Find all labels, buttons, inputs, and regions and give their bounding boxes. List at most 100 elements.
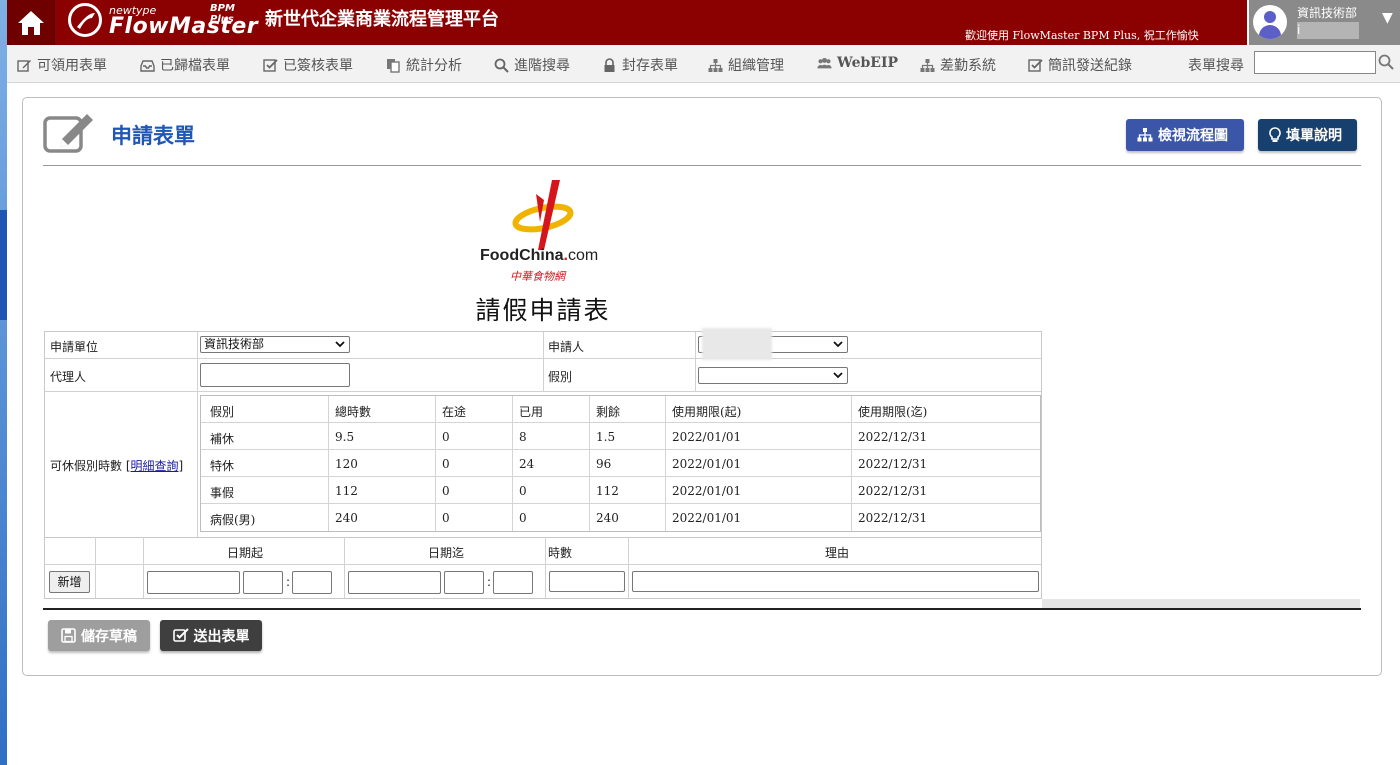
sitemap-icon [708,58,723,73]
menu-item-archived-forms[interactable]: 已歸檔表單 [140,55,230,75]
end-hour-input[interactable] [444,571,484,594]
col-divider [695,332,696,392]
cell-remaining: 240 [596,511,619,525]
cell-valid-from: 2022/01/01 [672,484,742,498]
menu-item-advanced-search[interactable]: 進階搜尋 [494,55,570,75]
cell-total-hours: 120 [335,457,358,471]
col-divider [344,537,345,598]
menu-item-label: 已簽核表單 [283,58,353,74]
cell-used: 8 [519,430,527,444]
main-menu: 可領用表單 已歸檔表單 已簽核表單 統計分析 進階搜尋 封存表單 組織管理 We… [7,45,1400,83]
menu-item-sms-log[interactable]: 簡訊發送紀錄 [1028,55,1132,75]
col-leave-type: 假別 [210,405,235,419]
save-draft-button[interactable]: 儲存草稿 [48,620,150,651]
detail-query-link[interactable]: 明細查詢 [131,459,179,473]
cell-used: 0 [519,511,527,525]
menu-item-org-management[interactable]: 組織管理 [708,55,784,75]
menu-item-label: 已歸檔表單 [160,58,230,74]
search-icon[interactable] [1378,54,1394,73]
cell-valid-to: 2022/12/31 [858,430,928,444]
cell-valid-from: 2022/01/01 [672,457,742,471]
desktop-edge [0,0,7,765]
lock-icon [602,57,617,73]
menu-item-signed-forms[interactable]: 已簽核表單 [263,55,353,75]
reason-input[interactable] [632,571,1039,592]
hours-input[interactable] [549,571,625,592]
fill-help-button[interactable]: 填單說明 [1258,119,1357,151]
leave-form-table: 申請單位 資訊技術部 申請人 代理人 假別 可休假別時數 [明細查詢] 假別 總… [44,328,1042,599]
menu-item-label: 封存表單 [622,58,678,74]
col-divider [589,396,590,531]
foodchina-logo: FoodChina.com 中華食物網 [478,178,613,288]
sitemap-icon [1137,128,1153,142]
form-card: 申請表單 檢視流程圖 填單說明 FoodChina.com 中華食物網 請假申請… [22,97,1382,676]
end-date-header: 日期迄 [428,546,465,560]
col-divider [328,396,329,531]
user-menu[interactable]: 資訊技術部 i ▼ [1247,0,1400,45]
cell-leave-type: 事假 [210,486,235,500]
col-divider [143,537,144,598]
unit-select-value: 資訊技術部 [204,337,265,351]
foodchina-logo-brand: FoodChina [480,247,564,264]
sitemap-icon [920,58,935,73]
cell-leave-type: 補休 [210,432,235,446]
leave-balance-table: 假別 總時數 在途 已用 剩餘 使用期限(起) 使用期限(迄) 補休 9.5 0… [200,395,1041,532]
table-row: 事假 112 0 0 112 2022/01/01 2022/12/31 [201,477,1040,504]
col-divider [665,396,666,531]
date-header-row: 日期起 日期迄 時數 理由 [45,537,1041,565]
cell-valid-to: 2022/12/31 [858,484,928,498]
home-button[interactable] [7,0,55,45]
form-footer-band [1042,599,1360,608]
unit-label: 申請單位 [50,340,99,354]
agent-label: 代理人 [50,370,87,384]
menu-item-statistics[interactable]: 統計分析 [386,55,462,75]
col-used: 已用 [519,405,544,419]
add-button[interactable]: 新增 [49,571,90,593]
unit-select[interactable]: 資訊技術部 [200,336,350,353]
available-leave-label: 可休假別時數 [明細查詢] [50,459,184,473]
cell-in-transit: 0 [442,430,450,444]
menu-item-attendance[interactable]: 差勤系統 [920,55,996,75]
copy-icon [386,58,401,73]
leave-table-header: 假別 總時數 在途 已用 剩餘 使用期限(起) 使用期限(迄) [201,396,1040,423]
start-minute-input[interactable] [292,571,332,594]
time-separator: : [286,575,291,589]
divider [43,165,1361,166]
caret-down-icon[interactable]: ▼ [1382,10,1393,26]
check-square-icon [172,628,189,642]
cell-remaining: 112 [596,484,619,498]
edit-icon [17,58,32,73]
form-search-input[interactable] [1254,51,1376,74]
form-title: 請假申請表 [475,296,611,325]
start-date-input[interactable] [147,571,240,594]
menu-item-available-forms[interactable]: 可領用表單 [17,55,107,75]
menu-item-webeip[interactable]: WebEIP [817,55,898,71]
start-hour-input[interactable] [243,571,283,594]
cell-valid-from: 2022/01/01 [672,430,742,444]
check-square-icon [1028,58,1043,73]
leave-type-label: 假別 [548,370,573,384]
col-divider [197,332,198,537]
end-date-input[interactable] [348,571,441,594]
view-flowchart-button[interactable]: 檢視流程圖 [1126,119,1244,151]
cell-valid-to: 2022/12/31 [858,511,928,525]
submit-form-button[interactable]: 送出表單 [160,620,262,651]
col-valid-from: 使用期限(起) [672,405,742,419]
user-id: i [1297,22,1359,39]
col-valid-to: 使用期限(迄) [858,405,928,419]
time-separator: : [487,575,492,589]
cell-in-transit: 0 [442,457,450,471]
cell-total-hours: 240 [335,511,358,525]
flowmaster-logo[interactable]: newtype BPM Plus FlowMaster [65,1,258,43]
logo-swoosh-icon [77,13,95,29]
page-title: 申請表單 [111,124,195,148]
leave-type-select[interactable] [698,367,848,384]
end-minute-input[interactable] [493,571,533,594]
cell-remaining: 96 [596,457,612,471]
menu-item-label: 簡訊發送紀錄 [1048,58,1132,74]
agent-input[interactable] [200,363,350,387]
menu-item-sealed-forms[interactable]: 封存表單 [602,55,678,75]
welcome-text: 歡迎使用 FlowMaster BPM Plus, 祝工作愉快 [965,29,1199,42]
col-divider [545,537,546,598]
divider [43,608,1361,610]
